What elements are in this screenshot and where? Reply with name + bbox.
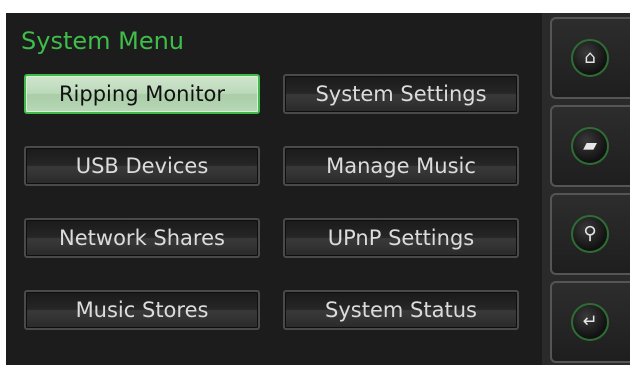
home-icon: ⌂ <box>571 39 609 77</box>
manage-music-button[interactable]: Manage Music <box>283 146 519 186</box>
page-title: System Menu <box>21 27 185 55</box>
albums-icon: ▰ <box>571 127 609 165</box>
music-stores-button[interactable]: Music Stores <box>24 290 260 330</box>
search-button[interactable]: ⚲ <box>550 193 630 275</box>
usb-devices-button[interactable]: USB Devices <box>24 146 260 186</box>
ripping-monitor-button[interactable]: Ripping Monitor <box>24 74 260 114</box>
system-menu-screen: System Menu Ripping Monitor System Setti… <box>6 13 630 365</box>
system-settings-button[interactable]: System Settings <box>283 74 519 114</box>
albums-button[interactable]: ▰ <box>550 105 630 187</box>
sidebar: ⌂ ▰ ⚲ ↵ <box>542 13 630 365</box>
system-status-button[interactable]: System Status <box>283 290 519 330</box>
home-button[interactable]: ⌂ <box>550 17 630 99</box>
back-arrow-icon: ↵ <box>571 303 609 341</box>
search-icon: ⚲ <box>571 215 609 253</box>
back-button[interactable]: ↵ <box>550 281 630 363</box>
upnp-settings-button[interactable]: UPnP Settings <box>283 218 519 258</box>
network-shares-button[interactable]: Network Shares <box>24 218 260 258</box>
